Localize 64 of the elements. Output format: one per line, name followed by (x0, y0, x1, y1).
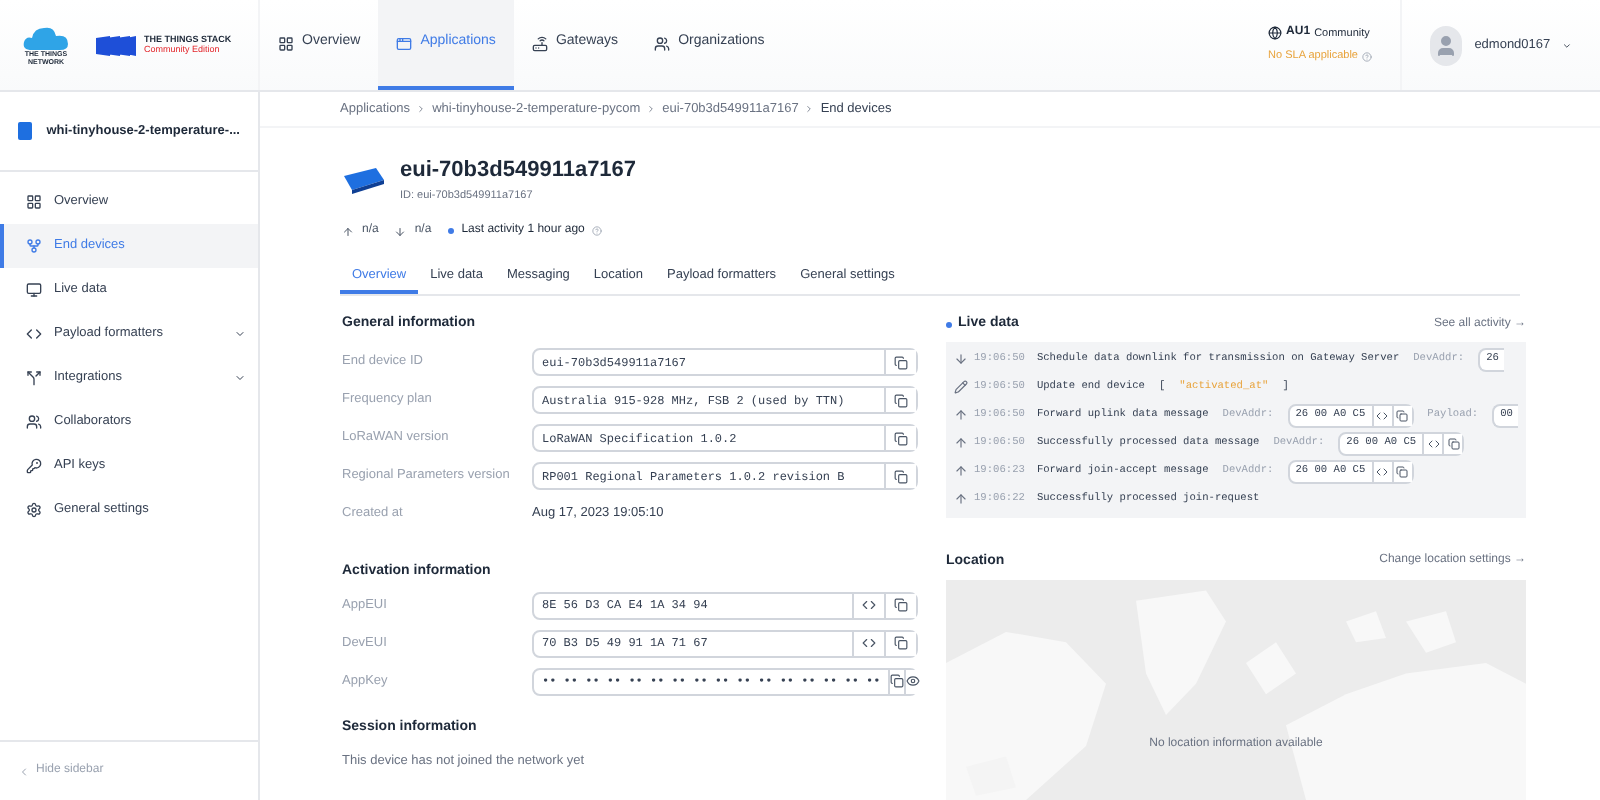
help-icon (1362, 52, 1372, 62)
settings-icon (26, 502, 42, 518)
copy-icon (1396, 465, 1409, 477)
show-button[interactable] (904, 669, 921, 693)
copy-icon (894, 355, 908, 369)
arrow-down-icon (954, 352, 968, 366)
pencil-icon (954, 380, 968, 394)
code-icon (1376, 409, 1389, 421)
copy-icon (894, 431, 908, 445)
chevron-right-icon (416, 104, 427, 115)
copy-button[interactable] (884, 593, 916, 617)
device-title: eui-70b3d549911a7167 (400, 156, 637, 187)
chevron-down-icon (234, 372, 246, 384)
code-icon (26, 326, 42, 342)
arrow-up-icon (954, 464, 968, 478)
people-icon (654, 35, 671, 51)
code-icon (862, 636, 876, 650)
user-icon (1434, 33, 1459, 57)
copy-icon (1396, 409, 1409, 421)
copy-icon (890, 674, 905, 688)
help-icon (592, 226, 603, 236)
format-button[interactable] (1422, 433, 1443, 453)
globe-icon (1268, 26, 1283, 41)
split-icon (26, 370, 42, 386)
code-icon (1427, 437, 1440, 449)
copy-icon (894, 469, 908, 483)
chevron-right-icon (804, 104, 815, 115)
monitor-icon (26, 282, 42, 298)
code-icon (862, 598, 876, 612)
copy-button[interactable] (884, 631, 916, 655)
format-button[interactable] (1371, 461, 1392, 481)
grid-icon (26, 194, 42, 210)
grid-icon (278, 35, 294, 51)
nodes-icon (26, 238, 42, 254)
router-icon (531, 35, 548, 51)
chevron-down-icon (234, 328, 246, 340)
window-icon (396, 35, 413, 51)
eye-icon (906, 674, 921, 688)
arrow-up-icon (342, 225, 354, 237)
avatar[interactable] (1430, 25, 1463, 65)
copy-icon (894, 393, 908, 407)
copy-button[interactable] (884, 388, 916, 412)
copy-button[interactable] (888, 669, 905, 693)
copy-button[interactable] (884, 426, 916, 450)
copy-icon (894, 598, 908, 612)
device-icon (342, 163, 386, 196)
arrow-up-icon (954, 408, 968, 422)
caret-icon[interactable] (1562, 39, 1572, 51)
arrow-down-icon (394, 225, 407, 237)
app-icon (18, 122, 33, 140)
format-button[interactable] (1371, 405, 1392, 425)
arrow-up-icon (954, 436, 968, 450)
copy-icon (894, 636, 908, 650)
copy-button[interactable] (884, 350, 916, 374)
copy-icon (1447, 437, 1460, 449)
code-icon (1376, 465, 1389, 477)
copy-button[interactable] (884, 464, 916, 488)
key-icon (26, 458, 42, 474)
people-icon (26, 414, 42, 430)
arrow-up-icon (954, 492, 968, 506)
cloud-logo-icon (22, 24, 70, 52)
chevron-left-icon (18, 765, 30, 777)
stack-logo-icon (94, 33, 138, 57)
chevron-right-icon (646, 104, 657, 115)
